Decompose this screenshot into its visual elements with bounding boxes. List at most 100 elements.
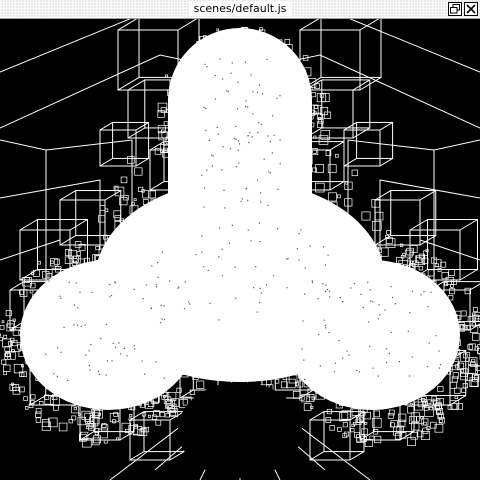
surface-speck: [377, 318, 379, 320]
surface-speck: [322, 283, 324, 285]
surface-speck: [322, 246, 324, 248]
surface-speck: [247, 106, 249, 108]
surface-speck: [133, 345, 135, 347]
surface-speck: [163, 377, 165, 379]
surface-speck: [273, 275, 275, 277]
surface-speck: [260, 292, 262, 294]
surface-speck: [177, 287, 179, 289]
surface-speck: [184, 281, 186, 283]
surface-speck: [253, 287, 255, 289]
surface-speck: [439, 363, 442, 366]
surface-speck: [68, 281, 70, 283]
surface-speck: [226, 90, 228, 92]
surface-speck: [222, 78, 224, 80]
surface-speck: [214, 98, 216, 100]
surface-speck: [114, 282, 117, 284]
surface-speck: [408, 375, 411, 377]
surface-speck: [235, 125, 237, 128]
surface-speck: [386, 361, 388, 364]
surface-speck: [309, 245, 311, 247]
surface-speck: [438, 350, 440, 352]
surface-speck: [221, 275, 223, 277]
surface-speck: [279, 163, 281, 165]
surface-speck: [368, 321, 370, 323]
surface-speck: [216, 126, 218, 128]
surface-speck: [430, 291, 432, 293]
surface-speck: [411, 356, 413, 358]
surface-speck: [342, 301, 344, 303]
surface-speck: [247, 199, 249, 201]
surface-speck: [234, 266, 236, 268]
surface-speck: [385, 348, 387, 350]
surface-speck: [189, 303, 191, 305]
surface-speck: [178, 286, 180, 288]
surface-speck: [259, 241, 261, 243]
surface-speck: [219, 58, 221, 60]
surface-speck: [256, 179, 259, 181]
surface-speck: [260, 192, 262, 194]
surface-speck: [325, 284, 327, 286]
surface-speck: [438, 367, 440, 369]
surface-speck: [161, 251, 163, 253]
surface-speck: [318, 333, 320, 335]
surface-speck: [188, 301, 190, 303]
surface-speck: [231, 224, 233, 226]
surface-speck: [155, 286, 157, 288]
surface-speck: [426, 366, 428, 368]
close-button[interactable]: [464, 2, 478, 16]
surface-speck: [301, 348, 303, 350]
surface-speck: [105, 323, 107, 325]
surface-speck: [298, 233, 300, 235]
surface-speck: [237, 81, 239, 83]
surface-speck: [141, 360, 143, 362]
surface-speck: [265, 284, 268, 286]
surface-speck: [302, 320, 304, 322]
render-viewport[interactable]: [0, 19, 480, 480]
surface-speck: [324, 264, 326, 266]
surface-speck: [348, 354, 350, 356]
surface-speck: [388, 352, 390, 355]
surface-speck: [60, 351, 62, 353]
surface-speck: [56, 375, 58, 377]
surface-speck: [325, 327, 327, 329]
surface-speck: [252, 113, 254, 115]
restore-button[interactable]: [448, 2, 462, 16]
surface-speck: [151, 265, 153, 267]
surface-speck: [183, 308, 186, 310]
surface-speck: [377, 375, 379, 377]
surface-speck: [248, 142, 250, 144]
surface-speck: [300, 229, 302, 231]
surface-speck: [118, 342, 120, 344]
title-bar[interactable]: scenes/default.js: [0, 0, 480, 19]
surface-speck: [369, 289, 371, 291]
surface-speck: [269, 172, 271, 174]
surface-speck: [155, 361, 157, 363]
surface-speck: [97, 370, 99, 372]
surface-speck: [223, 189, 225, 191]
surface-speck: [420, 294, 422, 296]
surface-speck: [259, 287, 261, 289]
surface-speck: [157, 261, 159, 264]
restore-icon: [450, 4, 460, 14]
surface-speck: [90, 343, 92, 346]
surface-speck: [407, 330, 409, 332]
surface-speck: [338, 340, 340, 342]
surface-speck: [150, 307, 152, 309]
surface-speck: [390, 331, 392, 333]
surface-speck: [262, 93, 264, 95]
surface-speck: [311, 280, 313, 282]
surface-speck: [159, 322, 162, 324]
surface-speck: [252, 91, 254, 93]
surface-speck: [273, 134, 275, 136]
surface-speck: [156, 284, 158, 286]
surface-speck: [423, 291, 425, 293]
window-title: scenes/default.js: [189, 1, 291, 16]
surface-speck: [360, 293, 362, 295]
surface-speck: [169, 280, 171, 282]
surface-speck: [238, 143, 241, 145]
surface-speck: [207, 269, 209, 271]
surface-speck: [346, 350, 348, 352]
surface-speck: [324, 325, 327, 327]
surface-speck: [60, 297, 62, 299]
surface-speck: [75, 282, 77, 284]
